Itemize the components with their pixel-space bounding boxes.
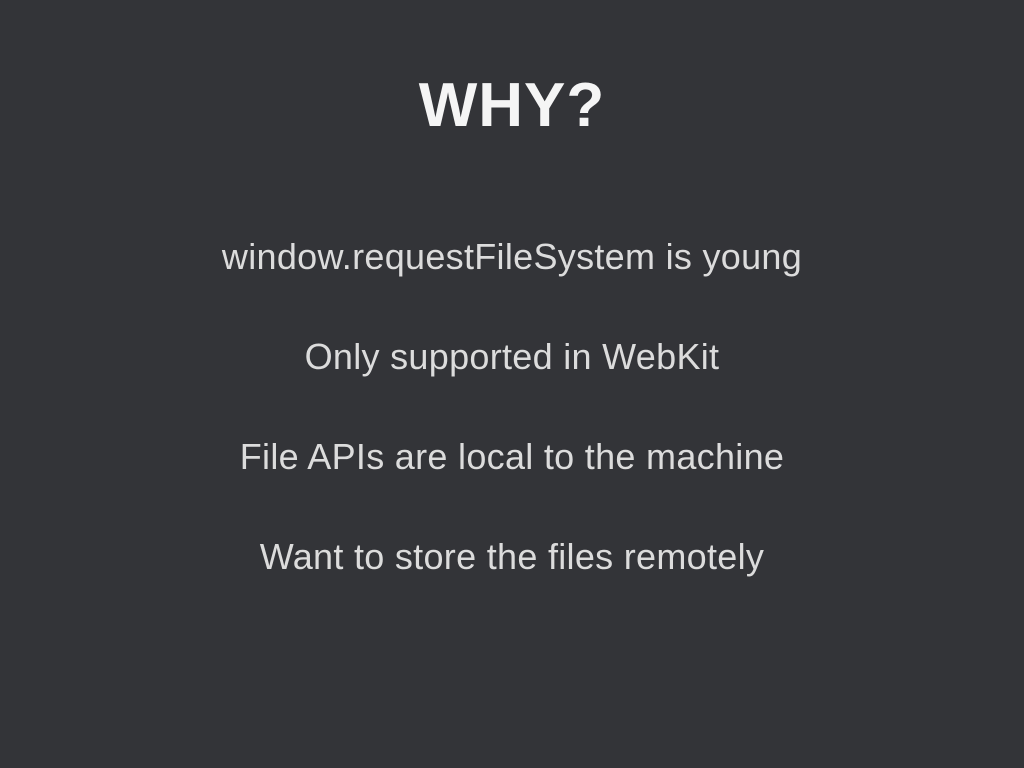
slide-point: window.requestFileSystem is young: [222, 236, 802, 278]
slide-points-list: window.requestFileSystem is young Only s…: [222, 236, 802, 578]
slide-point: File APIs are local to the machine: [240, 436, 784, 478]
slide-container: WHY? window.requestFileSystem is young O…: [0, 0, 1024, 768]
slide-point: Only supported in WebKit: [305, 336, 720, 378]
slide-title: WHY?: [419, 70, 606, 141]
slide-point: Want to store the files remotely: [260, 536, 764, 578]
